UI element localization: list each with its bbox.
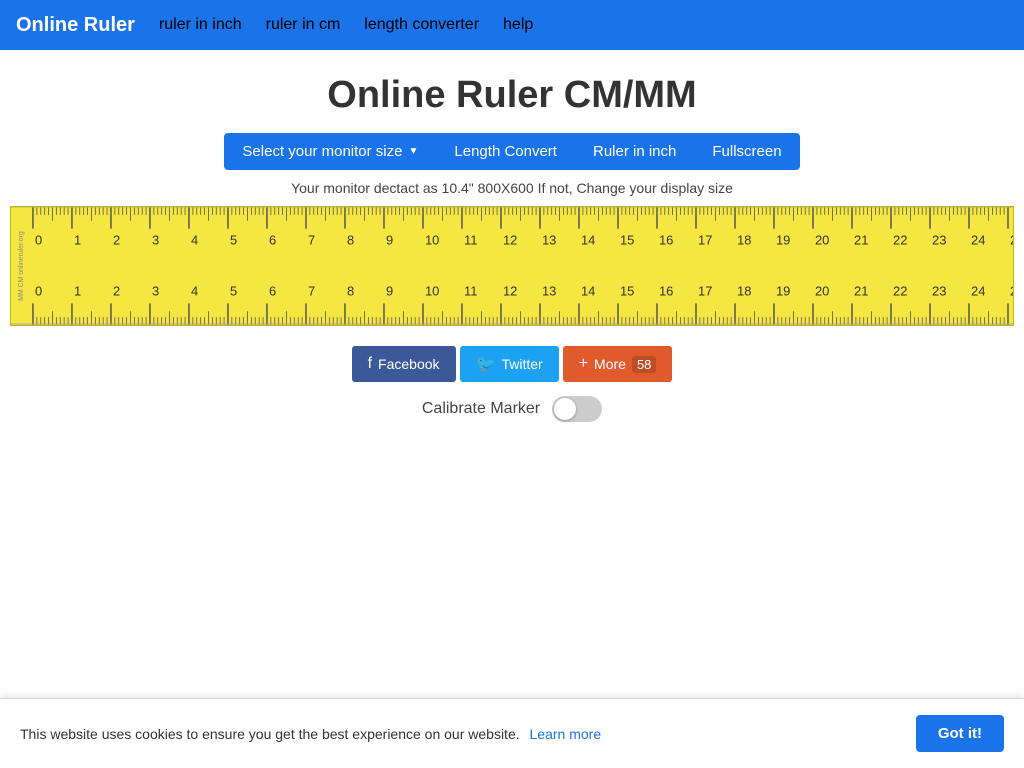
- svg-text:7: 7: [308, 284, 315, 299]
- calibrate-row: Calibrate Marker: [0, 396, 1024, 422]
- svg-text:8: 8: [347, 232, 354, 247]
- svg-text:20: 20: [815, 284, 829, 299]
- navbar: Online Ruler ruler in inch ruler in cm l…: [0, 0, 1024, 50]
- svg-text:1: 1: [74, 232, 81, 247]
- svg-text:11: 11: [464, 284, 477, 299]
- social-row: f Facebook 🐦 Twitter + More 58: [0, 346, 1024, 382]
- svg-text:18: 18: [737, 232, 751, 247]
- fullscreen-button[interactable]: Fullscreen: [694, 133, 799, 170]
- nav-link-cm[interactable]: ruler in cm: [266, 16, 341, 34]
- ruler-inch-button[interactable]: Ruler in inch: [575, 133, 694, 170]
- svg-text:22: 22: [893, 232, 907, 247]
- svg-text:25: 25: [1010, 232, 1013, 247]
- svg-text:9: 9: [386, 232, 393, 247]
- facebook-icon: f: [368, 355, 372, 373]
- ruler-svg: MM CM onlineruler.org 001122334455667788…: [11, 207, 1013, 325]
- svg-text:15: 15: [620, 284, 634, 299]
- length-convert-button[interactable]: Length Convert: [436, 133, 575, 170]
- monitor-info-text: Your monitor dectact as 10.4" 800X600 If…: [0, 180, 1024, 196]
- got-it-button[interactable]: Got it!: [916, 715, 1004, 752]
- svg-text:12: 12: [503, 284, 517, 299]
- svg-text:14: 14: [581, 284, 595, 299]
- svg-text:16: 16: [659, 284, 673, 299]
- svg-text:4: 4: [191, 232, 198, 247]
- svg-text:10: 10: [425, 284, 439, 299]
- cookie-text: This website uses cookies to ensure you …: [20, 726, 896, 742]
- svg-text:25: 25: [1010, 284, 1013, 299]
- monitor-size-button[interactable]: Select your monitor size: [224, 133, 436, 170]
- svg-text:0: 0: [35, 284, 42, 299]
- svg-text:4: 4: [191, 284, 198, 299]
- svg-text:23: 23: [932, 232, 946, 247]
- svg-text:16: 16: [659, 232, 673, 247]
- svg-text:0: 0: [35, 232, 42, 247]
- svg-text:8: 8: [347, 284, 354, 299]
- svg-text:2: 2: [113, 232, 120, 247]
- svg-text:23: 23: [932, 284, 946, 299]
- svg-text:21: 21: [854, 232, 868, 247]
- twitter-button[interactable]: 🐦 Twitter: [460, 346, 559, 382]
- nav-link-length[interactable]: length converter: [364, 16, 479, 34]
- svg-text:11: 11: [464, 232, 477, 247]
- ruler-container: MM CM onlineruler.org 001122334455667788…: [10, 206, 1014, 326]
- svg-text:6: 6: [269, 232, 276, 247]
- svg-text:10: 10: [425, 232, 439, 247]
- svg-text:9: 9: [386, 284, 393, 299]
- nav-link-inch[interactable]: ruler in inch: [159, 16, 242, 34]
- svg-text:15: 15: [620, 232, 634, 247]
- svg-text:17: 17: [698, 232, 712, 247]
- twitter-icon: 🐦: [476, 354, 496, 374]
- calibrate-toggle[interactable]: [552, 396, 602, 422]
- svg-text:1: 1: [74, 284, 81, 299]
- svg-text:24: 24: [971, 284, 985, 299]
- brand-title[interactable]: Online Ruler: [16, 14, 135, 37]
- svg-text:3: 3: [152, 232, 159, 247]
- svg-text:20: 20: [815, 232, 829, 247]
- page-title: Online Ruler CM/MM: [0, 74, 1024, 117]
- svg-text:18: 18: [737, 284, 751, 299]
- more-label: More: [594, 356, 626, 372]
- calibrate-label: Calibrate Marker: [422, 400, 540, 418]
- svg-text:22: 22: [893, 284, 907, 299]
- svg-text:17: 17: [698, 284, 712, 299]
- more-button[interactable]: + More 58: [563, 346, 673, 382]
- twitter-label: Twitter: [501, 356, 542, 372]
- controls-row: Select your monitor size Length Convert …: [0, 133, 1024, 170]
- svg-text:13: 13: [542, 284, 556, 299]
- svg-text:3: 3: [152, 284, 159, 299]
- learn-more-link[interactable]: Learn more: [530, 726, 602, 742]
- svg-text:MM CM onlineruler.org: MM CM onlineruler.org: [18, 231, 25, 301]
- svg-text:13: 13: [542, 232, 556, 247]
- cookie-banner: This website uses cookies to ensure you …: [0, 698, 1024, 768]
- svg-text:6: 6: [269, 284, 276, 299]
- facebook-label: Facebook: [378, 356, 439, 372]
- svg-text:14: 14: [581, 232, 595, 247]
- facebook-button[interactable]: f Facebook: [352, 346, 456, 382]
- more-count: 58: [632, 356, 656, 373]
- svg-text:5: 5: [230, 284, 237, 299]
- svg-text:5: 5: [230, 232, 237, 247]
- plus-icon: +: [579, 355, 588, 373]
- svg-text:21: 21: [854, 284, 868, 299]
- nav-link-help[interactable]: help: [503, 16, 533, 34]
- svg-text:2: 2: [113, 284, 120, 299]
- svg-text:24: 24: [971, 232, 985, 247]
- svg-text:19: 19: [776, 232, 790, 247]
- svg-text:19: 19: [776, 284, 790, 299]
- svg-text:12: 12: [503, 232, 517, 247]
- svg-text:7: 7: [308, 232, 315, 247]
